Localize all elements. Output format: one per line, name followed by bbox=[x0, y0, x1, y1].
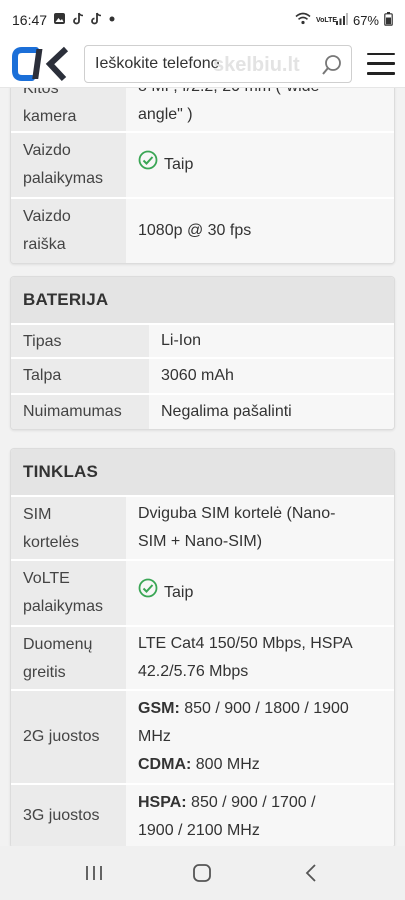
status-bar: 16:47 VoLTE 67% bbox=[0, 0, 405, 40]
home-icon[interactable] bbox=[182, 853, 222, 893]
search-input[interactable] bbox=[95, 54, 305, 73]
spec-value: 3060 mAh bbox=[149, 359, 394, 393]
spec-row: Kitos kamera 8 MP, f/2.2, 20 mm ("wide a… bbox=[11, 88, 394, 131]
signal-icon bbox=[335, 12, 348, 28]
band-key: CDMA: bbox=[138, 756, 192, 773]
spec-label: Talpa bbox=[11, 359, 149, 393]
spec-content: Kitos kamera 8 MP, f/2.2, 20 mm ("wide a… bbox=[0, 88, 405, 846]
spec-value: 8 MP, f/2.2, 20 mm ("wide angle" ) bbox=[126, 88, 394, 131]
spec-label: Vaizdo palaikymas bbox=[11, 133, 126, 197]
spec-label: Tipas bbox=[11, 325, 149, 357]
section-title-network: TINKLAS bbox=[11, 449, 394, 495]
dot-icon bbox=[108, 15, 116, 26]
tiktok-icon bbox=[90, 12, 102, 28]
image-icon bbox=[53, 12, 66, 28]
section-title-battery: BATERIJA bbox=[11, 277, 394, 323]
search-box[interactable]: skelbiu.lt bbox=[84, 44, 352, 83]
spec-value-text: Taip bbox=[164, 156, 194, 173]
spec-label: SIM kortelės bbox=[11, 497, 126, 559]
band-line-gsm: GSM: 850 / 900 / 1800 / 1900 MHz bbox=[138, 695, 382, 751]
wifi-icon bbox=[295, 12, 311, 28]
spec-row: Nuimamumas Negalima pašalinti bbox=[11, 393, 394, 429]
spec-row: 3G juostos HSPA: 850 / 900 / 1700 / 1900… bbox=[11, 783, 394, 846]
battery-icon bbox=[384, 11, 393, 29]
spec-row: Vaizdo raiška 1080p @ 30 fps bbox=[11, 197, 394, 263]
system-nav-bar bbox=[0, 846, 405, 900]
spec-label: VoLTE palaikymas bbox=[11, 561, 126, 625]
tiktok-icon bbox=[72, 12, 84, 28]
spec-row: 2G juostos GSM: 850 / 900 / 1800 / 1900 … bbox=[11, 689, 394, 783]
band-line-cdma: CDMA: 800 MHz bbox=[138, 751, 382, 779]
spec-label: Nuimamumas bbox=[11, 395, 149, 429]
spec-value: Li-Ion bbox=[149, 325, 394, 357]
spec-label: 3G juostos bbox=[11, 785, 126, 846]
spec-row: Vaizdo palaikymas Taip bbox=[11, 131, 394, 197]
check-circle-icon bbox=[138, 578, 158, 608]
site-logo[interactable] bbox=[10, 44, 76, 84]
spec-value: 1080p @ 30 fps bbox=[126, 199, 394, 263]
spec-value: Negalima pašalinti bbox=[149, 395, 394, 429]
spec-row: VoLTE palaikymas Taip bbox=[11, 559, 394, 625]
band-key: GSM: bbox=[138, 700, 180, 717]
spec-row: Tipas Li-Ion bbox=[11, 323, 394, 357]
volte-icon: VoLTE bbox=[315, 16, 338, 24]
battery-percent: 67% bbox=[352, 12, 379, 28]
band-val: 800 MHz bbox=[191, 756, 260, 773]
network-card: TINKLAS SIM kortelės Dviguba SIM kortelė… bbox=[10, 448, 395, 846]
spec-value: LTE Cat4 150/50 Mbps, HSPA 42.2/5.76 Mbp… bbox=[126, 627, 394, 689]
band-key: HSPA: bbox=[138, 794, 187, 811]
spec-value: Dviguba SIM kortelė (Nano- SIM + Nano-SI… bbox=[126, 497, 394, 559]
spec-label: 2G juostos bbox=[11, 691, 126, 783]
spec-label: Duomenų greitis bbox=[11, 627, 126, 689]
spec-value: GSM: 850 / 900 / 1800 / 1900 MHz CDMA: 8… bbox=[126, 691, 394, 783]
back-icon[interactable] bbox=[291, 853, 331, 893]
spec-value: Taip bbox=[126, 133, 394, 197]
spec-label: Vaizdo raiška bbox=[11, 199, 126, 263]
recents-icon[interactable] bbox=[74, 853, 114, 893]
check-circle-icon bbox=[138, 150, 158, 180]
band-line-hspa: HSPA: 850 / 900 / 1700 / 1900 / 2100 MHz bbox=[138, 789, 382, 845]
spec-value: HSPA: 850 / 900 / 1700 / 1900 / 2100 MHz bbox=[126, 785, 394, 846]
spec-label: Kitos kamera bbox=[11, 88, 126, 131]
status-time: 16:47 bbox=[12, 12, 48, 28]
spec-row: SIM kortelės Dviguba SIM kortelė (Nano- … bbox=[11, 495, 394, 559]
camera-card: Kitos kamera 8 MP, f/2.2, 20 mm ("wide a… bbox=[10, 88, 395, 264]
app-header: skelbiu.lt bbox=[0, 40, 405, 88]
search-icon[interactable] bbox=[321, 54, 343, 81]
spec-row: Talpa 3060 mAh bbox=[11, 357, 394, 393]
spec-value-text: Taip bbox=[164, 584, 194, 601]
battery-card: BATERIJA Tipas Li-Ion Talpa 3060 mAh Nui… bbox=[10, 276, 395, 430]
spec-row: Duomenų greitis LTE Cat4 150/50 Mbps, HS… bbox=[11, 625, 394, 689]
menu-icon[interactable] bbox=[367, 52, 395, 75]
spec-value: Taip bbox=[126, 561, 394, 625]
